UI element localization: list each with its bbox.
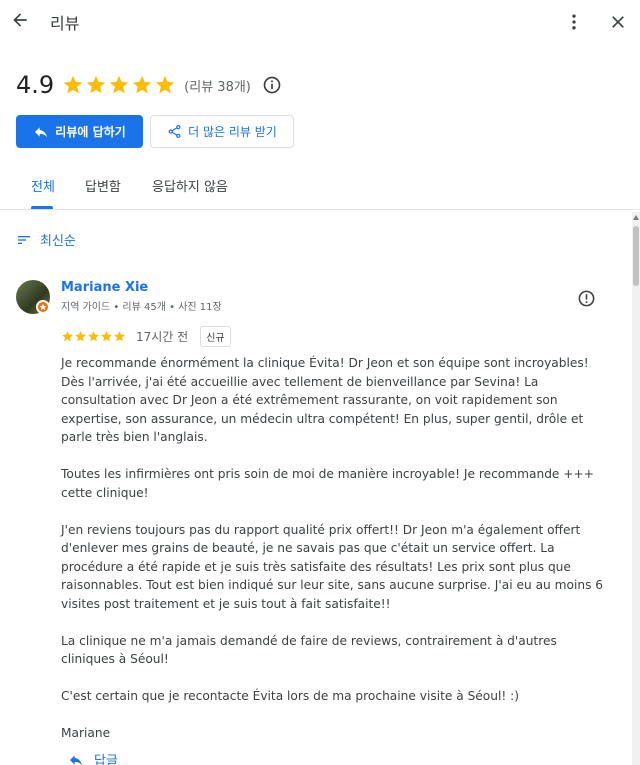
star-icon bbox=[62, 331, 73, 342]
close-button[interactable] bbox=[606, 10, 630, 34]
info-button[interactable] bbox=[261, 74, 283, 96]
flag-icon bbox=[578, 290, 594, 306]
active-tab-indicator bbox=[31, 206, 53, 209]
new-badge: 신규 bbox=[200, 326, 231, 347]
scrollbar[interactable] bbox=[632, 212, 640, 765]
star-icon bbox=[75, 331, 86, 342]
scrollbar-thumb[interactable] bbox=[633, 226, 639, 286]
star-icon bbox=[64, 75, 83, 94]
share-icon bbox=[168, 124, 181, 139]
review-paragraph: C'est certain que je recontacte Évita lo… bbox=[61, 689, 519, 703]
sort-label: 최신순 bbox=[40, 234, 76, 249]
report-button[interactable] bbox=[576, 288, 596, 308]
reply-to-reviews-button[interactable]: 리뷰에 답하기 bbox=[16, 115, 143, 148]
reply-button[interactable]: 답글 bbox=[68, 750, 118, 765]
more-vert-icon bbox=[572, 14, 576, 30]
close-icon bbox=[612, 16, 624, 28]
reply-icon bbox=[35, 126, 48, 137]
sort-icon bbox=[18, 235, 30, 244]
arrow-left-icon bbox=[13, 13, 27, 27]
review-tabs: 전체 답변함 응답하지 않음 bbox=[0, 164, 640, 210]
rating-score: 4.9 bbox=[16, 71, 55, 99]
tab-unanswered[interactable]: 응답하지 않음 bbox=[152, 176, 228, 195]
tab-all[interactable]: 전체 bbox=[31, 176, 55, 195]
review-stars bbox=[61, 330, 126, 343]
rating-summary: 4.9 (리뷰 38개) bbox=[16, 68, 283, 102]
scroll-up-arrow-icon[interactable] bbox=[632, 212, 640, 222]
review-paragraph: Toutes les infirmières ont pris soin de … bbox=[61, 467, 594, 500]
reply-label: 답글 bbox=[94, 754, 118, 765]
star-icon bbox=[156, 75, 175, 94]
review-paragraph: La clinique ne m'a jamais demandé de fai… bbox=[61, 633, 557, 667]
more-options-button[interactable] bbox=[562, 10, 586, 34]
local-guide-badge-icon bbox=[36, 300, 50, 314]
top-bar: 리뷰 bbox=[0, 0, 640, 44]
tab-replied[interactable]: 답변함 bbox=[85, 176, 121, 195]
review-rating-row: 17시간 전 신규 bbox=[61, 326, 231, 347]
star-icon bbox=[133, 75, 152, 94]
reply-to-reviews-label: 리뷰에 답하기 bbox=[55, 125, 126, 139]
info-icon bbox=[263, 76, 281, 94]
back-button[interactable] bbox=[8, 8, 32, 32]
get-more-reviews-label: 더 많은 리뷰 받기 bbox=[188, 125, 277, 139]
page-title: 리뷰 bbox=[50, 14, 80, 33]
review-paragraph: J'en reviens toujours pas du rapport qua… bbox=[61, 522, 604, 611]
star-icon bbox=[110, 75, 129, 94]
reviewer-name[interactable]: Mariane Xie bbox=[61, 280, 148, 295]
review-body: Je recommande énormément la clinique Évi… bbox=[61, 354, 613, 761]
star-icon bbox=[114, 331, 125, 342]
star-icon bbox=[101, 331, 112, 342]
review-time: 17시간 전 bbox=[136, 330, 189, 344]
avatar[interactable] bbox=[16, 280, 50, 314]
review-paragraph: Je recommande énormément la clinique Évi… bbox=[61, 356, 589, 444]
star-icon bbox=[87, 75, 106, 94]
reviewer-meta: 지역 가이드 • 리뷰 45개 • 사진 11장 bbox=[61, 302, 222, 313]
review-signature: Mariane bbox=[61, 726, 111, 740]
rating-stars bbox=[62, 74, 176, 96]
sort-button[interactable]: 최신순 bbox=[16, 230, 76, 249]
get-more-reviews-button[interactable]: 더 많은 리뷰 받기 bbox=[150, 115, 294, 148]
reply-icon bbox=[70, 754, 82, 765]
review-count: (리뷰 38개) bbox=[184, 79, 251, 95]
star-icon bbox=[88, 331, 99, 342]
